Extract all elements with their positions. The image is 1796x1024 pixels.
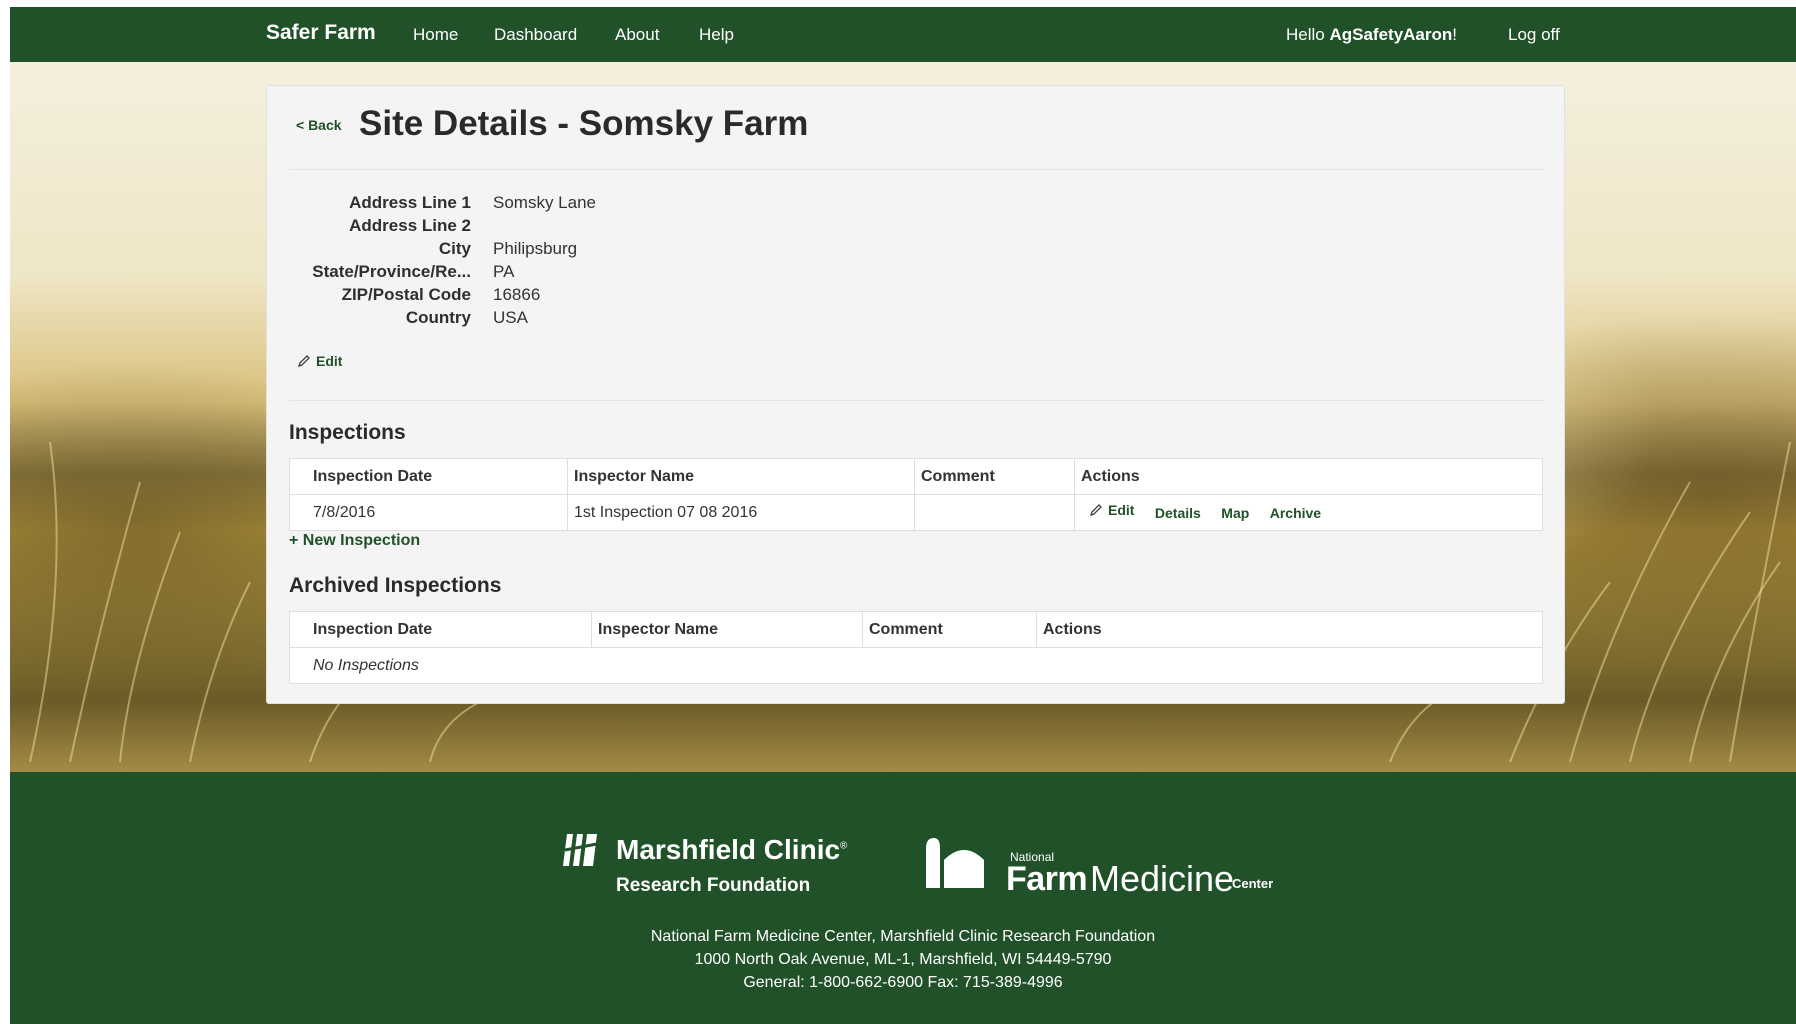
address-line-2-label: Address Line 2 <box>349 216 471 235</box>
page-title: Site Details - Somsky Farm <box>359 104 809 143</box>
archive-link[interactable]: Archive <box>1270 505 1321 521</box>
empty-state-cell: No Inspections <box>289 647 1543 684</box>
table-row: 7/8/2016 1st Inspection 07 08 2016 Edit … <box>289 494 1543 531</box>
divider <box>289 169 1544 170</box>
nav-dashboard-link[interactable]: Dashboard <box>494 25 577 45</box>
footer-address-line-3: General: 1-800-662-6900 Fax: 715-389-499… <box>743 974 1063 991</box>
site-details-panel: < Back Site Details - Somsky Farm Addres… <box>266 85 1565 704</box>
country-value: USA <box>493 308 528 327</box>
column-header-actions: Actions <box>1074 458 1543 495</box>
greeting-prefix: Hello <box>1286 25 1330 44</box>
nav-about-link[interactable]: About <box>615 25 659 45</box>
details-link[interactable]: Details <box>1155 505 1201 521</box>
new-inspection-link[interactable]: + New Inspection <box>289 532 420 550</box>
top-navbar: Safer Farm Home Dashboard About Help Hel… <box>10 7 1796 62</box>
table-header-row: Inspection Date Inspector Name Comment A… <box>289 611 1543 648</box>
column-header-inspection-date: Inspection Date <box>289 611 592 648</box>
edit-site-link[interactable]: Edit <box>296 353 342 369</box>
column-header-inspection-date: Inspection Date <box>289 458 568 495</box>
nav-help-link[interactable]: Help <box>699 25 734 45</box>
footer-address-line-2: 1000 North Oak Avenue, ML-1, Marshfield,… <box>694 951 1112 968</box>
column-header-comment: Comment <box>914 458 1075 495</box>
brand-link[interactable]: Safer Farm <box>266 21 376 45</box>
city-value: Philipsburg <box>493 239 578 258</box>
farm-medicine-barn-logo-icon <box>926 838 984 888</box>
edit-inspection-link[interactable]: Edit <box>1088 502 1134 518</box>
inspections-heading: Inspections <box>289 421 406 444</box>
logoff-link[interactable]: Log off <box>1508 25 1560 45</box>
greeting-suffix: ! <box>1452 25 1458 44</box>
map-link[interactable]: Map <box>1221 505 1249 521</box>
back-link[interactable]: < Back <box>296 117 342 133</box>
marshfield-clinic-logo-icon <box>563 834 597 866</box>
marshfield-clinic-name: Marshfield Clinic® <box>616 834 847 866</box>
mc-name-text: Marshfield Clinic <box>616 834 841 865</box>
address-line-1-value: Somsky Lane <box>493 193 596 212</box>
registered-mark: ® <box>840 840 848 852</box>
edit-inspection-label: Edit <box>1108 502 1135 518</box>
zip-value: 16866 <box>493 285 541 304</box>
address-line-1-label: Address Line 1 <box>349 193 471 212</box>
country-label: Country <box>405 308 471 327</box>
archived-inspections-table: Inspection Date Inspector Name Comment A… <box>289 611 1543 684</box>
research-foundation-label: Research Foundation <box>616 875 811 896</box>
zip-label: ZIP/Postal Code <box>341 285 471 304</box>
inspection-date-cell: 7/8/2016 <box>289 494 568 531</box>
nfm-center-label: Center <box>1232 876 1274 891</box>
footer-address-line-1: National Farm Medicine Center, Marshfiel… <box>650 928 1156 945</box>
column-header-inspector-name: Inspector Name <box>567 458 915 495</box>
pencil-icon <box>1090 504 1102 516</box>
state-label: State/Province/Re... <box>312 262 471 281</box>
table-header-row: Inspection Date Inspector Name Comment A… <box>289 458 1543 495</box>
nfm-farm-label: Farm <box>1006 860 1088 898</box>
table-row: No Inspections <box>289 647 1543 684</box>
user-greeting-link[interactable]: Hello AgSafetyAaron! <box>1286 25 1457 45</box>
actions-cell: Edit Details Map Archive <box>1074 494 1543 531</box>
nav-home-link[interactable]: Home <box>413 25 458 45</box>
column-header-actions: Actions <box>1036 611 1543 648</box>
divider <box>289 400 1544 401</box>
edit-site-label: Edit <box>316 353 343 369</box>
username: AgSafetyAaron <box>1329 25 1453 44</box>
inspections-table: Inspection Date Inspector Name Comment A… <box>289 458 1543 531</box>
nfm-medicine-label: Medicine <box>1090 858 1235 899</box>
footer: Marshfield Clinic® Research Foundation N… <box>10 772 1796 1024</box>
archived-inspections-heading: Archived Inspections <box>289 574 502 597</box>
comment-cell <box>914 494 1075 531</box>
inspector-name-cell: 1st Inspection 07 08 2016 <box>567 494 915 531</box>
column-header-comment: Comment <box>862 611 1037 648</box>
column-header-inspector-name: Inspector Name <box>591 611 863 648</box>
state-value: PA <box>493 262 515 281</box>
city-label: City <box>438 239 471 258</box>
pencil-icon <box>298 355 310 367</box>
